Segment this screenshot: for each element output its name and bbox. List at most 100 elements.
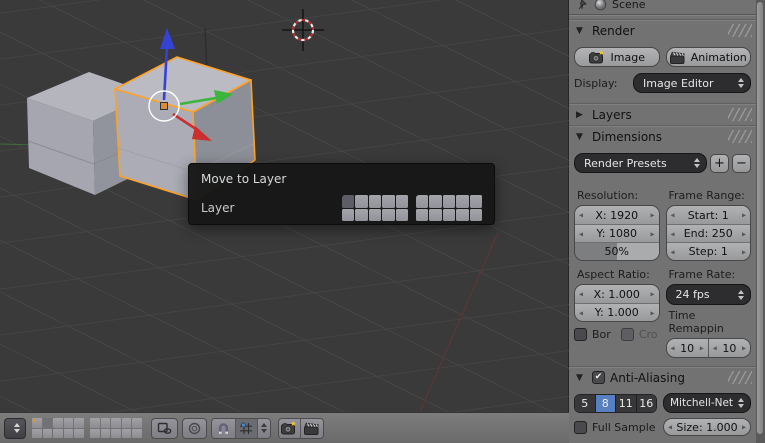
layer-cell[interactable] — [382, 195, 395, 208]
layer-cell[interactable] — [53, 428, 63, 438]
layer-cell[interactable] — [368, 208, 382, 222]
render-animation-button[interactable] — [300, 418, 323, 438]
aa-size-field[interactable]: Size: 1.000 — [663, 418, 751, 436]
layer-cell[interactable] — [416, 208, 429, 222]
frame-step-field[interactable]: Step: 1 — [666, 242, 750, 260]
aspect-x-field[interactable]: X: 1.000 — [575, 285, 659, 303]
anti-aliasing-checkbox[interactable]: ✔ — [592, 371, 605, 384]
render-image-button[interactable] — [278, 418, 301, 438]
panel-grip-icon[interactable] — [728, 108, 752, 121]
layer-cell[interactable] — [342, 208, 355, 222]
snap-toggle-button[interactable] — [211, 418, 236, 438]
remove-preset-button[interactable]: − — [732, 153, 751, 173]
layer-cell[interactable] — [32, 418, 42, 428]
layer-cell[interactable] — [53, 418, 63, 428]
aa-sample-button-11[interactable]: 11 — [616, 394, 637, 412]
resolution-percentage-slider[interactable]: 50% — [575, 242, 659, 260]
layer-cell[interactable] — [382, 208, 395, 222]
render-presets-dropdown[interactable]: Render Presets — [574, 153, 707, 173]
resolution-x-field[interactable]: X: 1920 — [575, 206, 659, 224]
layer-cell[interactable] — [74, 418, 84, 428]
frame-start-field[interactable]: Start: 1 — [666, 206, 750, 224]
frame-end-field[interactable]: End: 250 — [666, 224, 750, 242]
scrollbar-thumb[interactable] — [757, 2, 763, 434]
layer-cell[interactable] — [100, 428, 111, 438]
layer-cell[interactable] — [416, 195, 429, 208]
snap-element-button[interactable] — [235, 418, 258, 438]
layer-cell[interactable] — [429, 195, 442, 208]
layer-cell[interactable] — [42, 418, 53, 428]
panel-grip-icon[interactable] — [728, 130, 752, 143]
panel-grip-icon[interactable] — [728, 371, 752, 384]
layer-cell[interactable] — [100, 418, 111, 428]
aa-filter-dropdown[interactable]: Mitchell-Net — [663, 393, 751, 413]
layer-cell[interactable] — [111, 418, 121, 428]
panel-grip-icon[interactable] — [728, 24, 752, 37]
border-checkbox[interactable]: Bor — [574, 328, 611, 341]
add-preset-button[interactable]: + — [710, 153, 729, 173]
resolution-y-field[interactable]: Y: 1080 — [575, 224, 659, 242]
snap-control-group — [210, 417, 271, 439]
snap-increment-icon — [240, 422, 253, 434]
layer-cell[interactable] — [89, 428, 100, 438]
layer-cell[interactable] — [89, 418, 100, 428]
pivot-dropdown[interactable] — [4, 417, 26, 439]
layer-cell[interactable] — [63, 428, 74, 438]
layer-cell[interactable] — [355, 208, 368, 222]
layer-cell[interactable] — [121, 418, 132, 428]
layer-cell[interactable] — [132, 418, 142, 428]
layer-cell[interactable] — [132, 428, 142, 438]
layer-cell[interactable] — [355, 195, 368, 208]
snap-element-dropdown[interactable] — [257, 418, 270, 438]
frame-rate-dropdown[interactable]: 24 fps — [665, 284, 751, 305]
aa-sample-button-5[interactable]: 5 — [575, 394, 596, 412]
layer-cell[interactable] — [429, 208, 442, 222]
toolbar-layer-grid — [32, 418, 84, 438]
time-remap-old-field[interactable]: 10 — [666, 339, 708, 357]
render-panel-header[interactable]: ▼ Render — [569, 19, 756, 41]
frame-range-label: Frame Range: — [668, 189, 745, 202]
scene-lock-icon — [157, 422, 172, 434]
aa-sample-button-16[interactable]: 16 — [636, 394, 656, 412]
layer-cell[interactable] — [63, 418, 74, 428]
layer-cell[interactable] — [442, 208, 456, 222]
layer-cell[interactable] — [469, 208, 482, 222]
aa-samples-group: 5 8 11 16 — [574, 393, 657, 413]
layer-cell[interactable] — [395, 195, 409, 208]
gizmo-z-arrow-head[interactable] — [160, 28, 175, 49]
panel-scrollbar[interactable] — [756, 0, 765, 443]
time-remap-new-field[interactable]: 10 — [707, 339, 750, 357]
3d-viewport[interactable]: Move to Layer Layer — [0, 0, 569, 443]
layer-cell[interactable] — [456, 195, 469, 208]
layer-cell[interactable] — [456, 208, 469, 222]
layer-grid-group — [342, 195, 482, 222]
aa-sample-button-8[interactable]: 8 — [595, 394, 616, 412]
layer-cell[interactable] — [395, 208, 409, 222]
render-image-button[interactable]: Image — [574, 47, 660, 67]
pin-icon[interactable] — [577, 0, 589, 11]
layers-panel-header[interactable]: ▶ Layers — [569, 103, 756, 125]
layer-cell[interactable] — [442, 195, 456, 208]
layer-cell[interactable] — [42, 428, 53, 438]
display-dropdown[interactable]: Image Editor — [633, 73, 751, 93]
proportional-edit-icon — [188, 422, 201, 434]
render-animation-button[interactable]: Animation — [665, 47, 751, 67]
crop-checkbox[interactable]: Cro — [620, 328, 658, 341]
full-sample-checkbox[interactable]: Full Sample — [574, 420, 657, 434]
scene-breadcrumb-label[interactable]: Scene — [612, 0, 646, 11]
full-sample-label: Full Sample — [592, 420, 656, 434]
layer-cell[interactable] — [111, 428, 121, 438]
anti-aliasing-panel-header[interactable]: ▼ ✔ Anti-Aliasing — [569, 366, 756, 388]
collapse-triangle-icon: ▶ — [576, 109, 583, 120]
layer-cell[interactable] — [32, 428, 42, 438]
layer-cell[interactable] — [74, 428, 84, 438]
proportional-edit-button[interactable] — [181, 417, 207, 439]
aspect-y-field[interactable]: Y: 1.000 — [575, 303, 659, 321]
layer-cell[interactable] — [342, 195, 355, 208]
scene-lock-button[interactable] — [150, 417, 178, 439]
layer-cell[interactable] — [121, 428, 132, 438]
layer-cell[interactable] — [368, 195, 382, 208]
layer-cell[interactable] — [469, 195, 482, 208]
dimensions-panel-header[interactable]: ▼ Dimensions — [569, 125, 756, 147]
layer-grid — [342, 195, 409, 222]
